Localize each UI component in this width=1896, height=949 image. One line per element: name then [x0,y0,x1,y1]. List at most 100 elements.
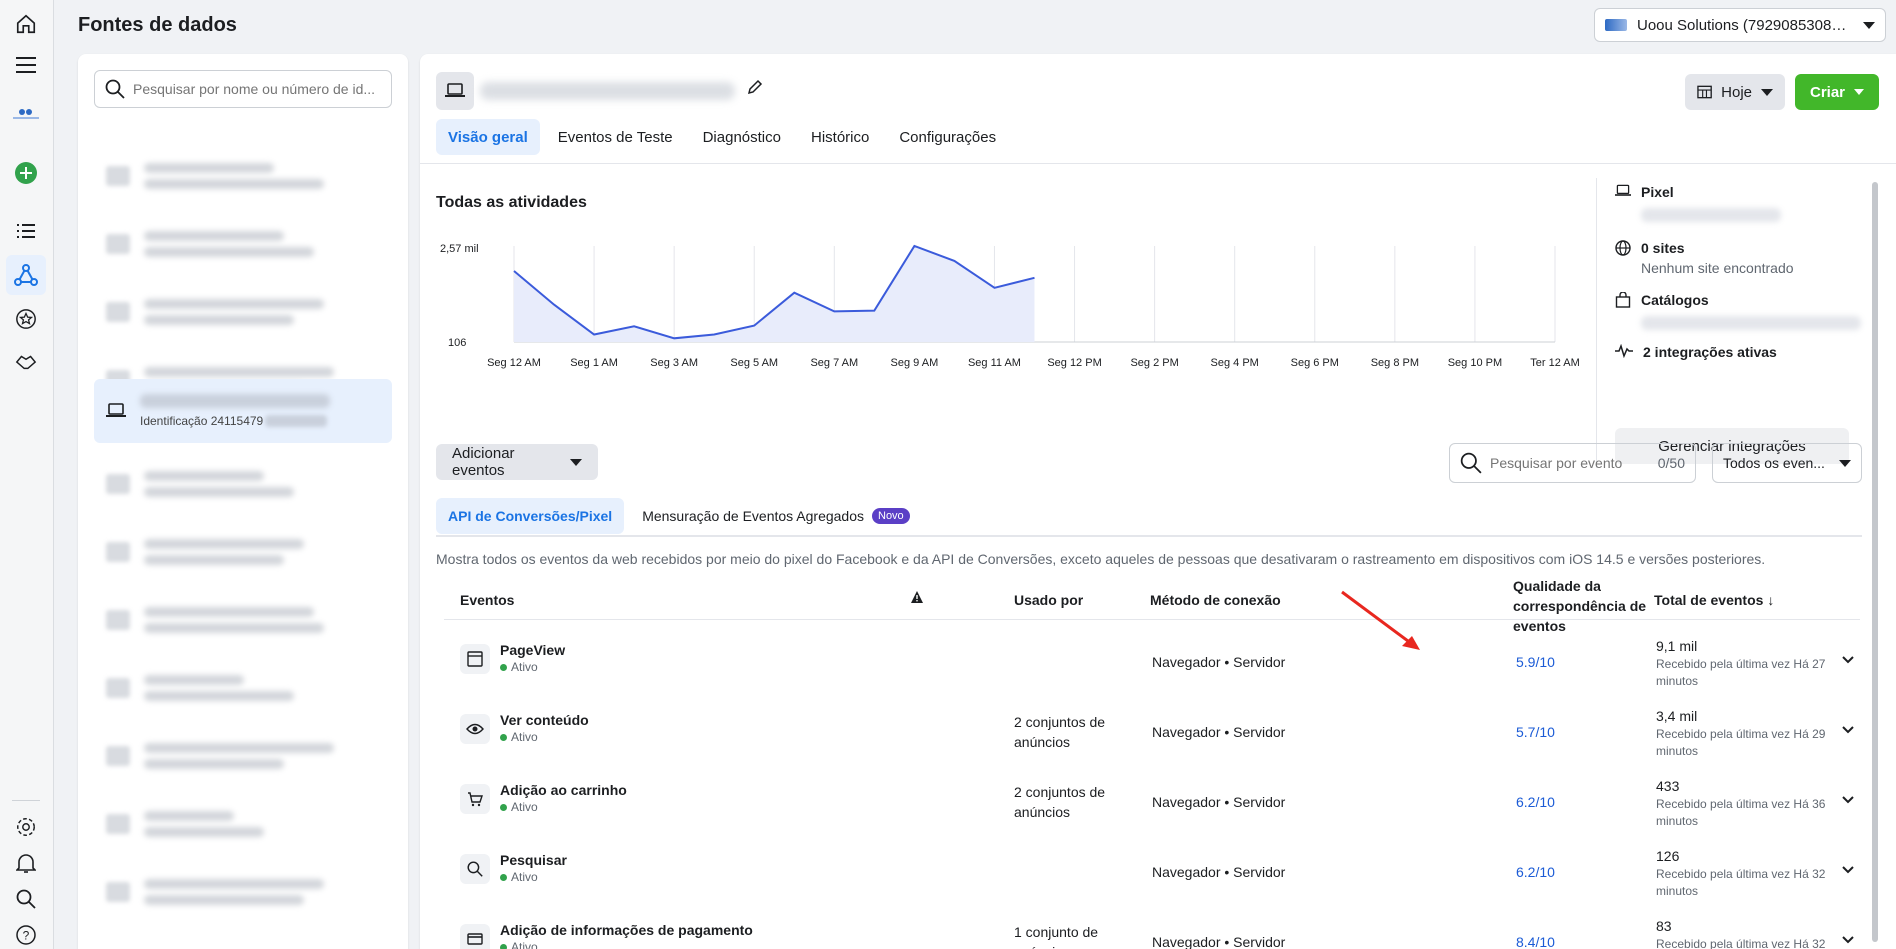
chevron-down-icon[interactable] [1842,656,1854,664]
pixel-tabs: Visão geral Eventos de Teste Diagnóstico… [436,119,1008,155]
source-icon [106,814,130,834]
handshake-icon[interactable] [6,342,46,382]
date-range-button[interactable]: Hoje [1685,74,1785,110]
create-button[interactable]: Criar [1795,74,1879,110]
event-last-received: Recebido pela última vez Há 32 minutos [1656,937,1826,949]
list-item[interactable] [94,792,392,856]
series-area [514,246,1035,342]
list-item[interactable] [94,144,392,208]
svg-text:?: ? [23,929,30,943]
account-name: Uoou Solutions (7929085308070... [1637,16,1853,34]
table-row[interactable]: PageView Ativo Navegador • Servidor 5.9/… [444,626,1860,696]
info-pixel: Pixel [1615,184,1781,222]
tab-settings[interactable]: Configurações [887,119,1008,155]
star-icon[interactable] [6,299,46,339]
chevron-down-icon [570,458,582,466]
table-row[interactable]: Pesquisar Ativo Navegador • Servidor 6.2… [444,836,1860,906]
header-total[interactable]: Total de eventos ↓ [1654,592,1774,608]
event-total-count: 3,4 mil [1656,708,1698,724]
status-dot [500,943,507,949]
event-status: Ativo [500,800,538,814]
event-filter-select[interactable]: Todos os even... [1712,443,1862,483]
source-search[interactable] [94,70,392,108]
business-logo[interactable] [6,94,46,134]
tab-aggregated-events[interactable]: Mensuração de Eventos Agregados Novo [630,498,922,534]
event-method: Navegador • Servidor [1152,654,1286,670]
info-catalogs: Catálogos [1615,292,1861,330]
list-item[interactable] [94,452,392,516]
event-quality-link[interactable]: 6.2/10 [1516,864,1555,880]
event-status-label: Ativo [511,870,538,884]
event-quality-link[interactable]: 5.9/10 [1516,654,1555,670]
event-used-by: 2 conjuntos de anúncios [1014,784,1106,820]
computer-icon [436,72,474,110]
list-item[interactable] [94,280,392,344]
status-dot [500,873,507,881]
event-search[interactable]: 0/50 [1449,443,1696,483]
tab-diagnostics[interactable]: Diagnóstico [691,119,793,155]
tab-test-events[interactable]: Eventos de Teste [546,119,685,155]
source-icon [106,302,130,322]
list-item[interactable] [94,724,392,788]
tab-history[interactable]: Histórico [799,119,881,155]
menu-icon[interactable] [6,45,46,85]
event-search-count: 0/50 [1657,455,1685,471]
list-item[interactable] [94,860,392,924]
x-tick-label: Seg 4 PM [1211,357,1259,369]
activity-icon [1615,344,1633,358]
event-quality-link[interactable]: 8.4/10 [1516,934,1555,949]
header-events: Eventos [460,592,515,608]
help-icon[interactable]: ? [6,915,46,949]
pencil-icon[interactable] [746,78,764,96]
main-panel: Visão geral Eventos de Teste Diagnóstico… [420,54,1896,949]
table-row[interactable]: Adição ao carrinho Ativo 2 conjuntos de … [444,766,1860,836]
chevron-down-icon[interactable] [1842,726,1854,734]
list-item-selected[interactable]: Identificação 24115479 [94,379,392,443]
status-dot [500,733,507,741]
list-item[interactable] [94,520,392,584]
account-selector[interactable]: Uoou Solutions (7929085308070... [1594,8,1886,42]
account-logo [1605,19,1627,31]
list-item[interactable] [94,588,392,652]
computer-icon [106,403,126,417]
chevron-down-icon [1863,21,1875,29]
scrollbar[interactable] [1872,182,1878,942]
settings-icon[interactable] [6,807,46,847]
search-icon [460,854,490,884]
event-used-by: 2 conjuntos de anúncios [1014,714,1106,750]
activity-chart: 2,57 mil 106 Seg 12 AM Seg 1 AM Seg 3 AM Seg … [440,243,1580,369]
event-quality-link[interactable]: 5.7/10 [1516,724,1555,740]
chevron-down-icon[interactable] [1842,796,1854,804]
event-total: 3,4 mil Recebido pela última vez Há 29 mi… [1656,708,1826,760]
chevron-down-icon[interactable] [1842,936,1854,944]
x-tick-label: Seg 5 AM [730,357,778,369]
table-row[interactable]: Adição de informações de pagamento Ativo… [444,906,1860,949]
pixel-info-panel: Pixel 0 sites Nenhum site encontrado Catá… [1596,178,1876,468]
list-item[interactable] [94,212,392,276]
list-item[interactable] [94,656,392,720]
home-icon[interactable] [6,4,46,44]
source-icon [106,746,130,766]
event-search-input[interactable] [1490,455,1650,471]
tab-conversions-api[interactable]: API de Conversões/Pixel [436,498,625,534]
event-quality-link[interactable]: 6.2/10 [1516,794,1555,810]
event-name: Adição de informações de pagamento [500,922,753,938]
source-id: Identificação 24115479 [140,414,264,428]
add-events-button[interactable]: Adicionar eventos [436,444,598,480]
data-sources-icon[interactable] [6,255,46,295]
events-description: Mostra todos os eventos da web recebidos… [436,551,1766,567]
create-icon[interactable] [6,153,46,193]
activity-title: Todas as atividades [436,194,587,211]
tab-overview[interactable]: Visão geral [436,119,540,155]
chevron-down-icon [1761,88,1773,96]
event-status: Ativo [500,940,538,949]
search-icon[interactable] [6,879,46,919]
source-icon [106,542,130,562]
source-search-input[interactable] [133,81,381,97]
source-icon [106,678,130,698]
table-row[interactable]: Ver conteúdo Ativo 2 conjuntos de anúnci… [444,696,1860,766]
event-status: Ativo [500,870,538,884]
list-icon[interactable] [6,211,46,251]
bell-icon[interactable] [6,843,46,883]
chevron-down-icon[interactable] [1842,866,1854,874]
